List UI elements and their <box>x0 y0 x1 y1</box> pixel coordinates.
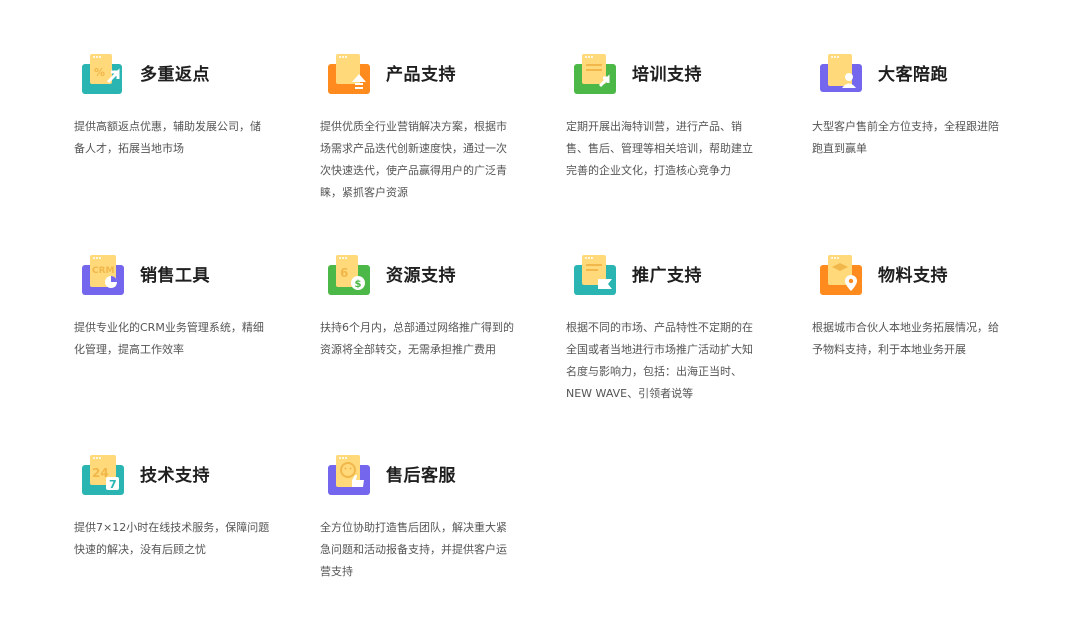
resource-money-icon: 6 $ <box>326 253 374 297</box>
feature-description: 扶持6个月内，总部通过网络推广得到的资源将全部转交，无需承担推广费用 <box>320 321 514 356</box>
svg-text:$: $ <box>355 279 362 290</box>
training-icon <box>572 52 620 96</box>
materials-location-icon <box>818 253 866 297</box>
feature-title: 多重返点 <box>140 65 210 85</box>
feature-title: 大客陪跑 <box>878 65 948 85</box>
feature-description: 根据城市合伙人本地业务拓展情况，给予物料支持，利于本地业务开展 <box>812 321 999 356</box>
feature-description: 提供优质全行业营销解决方案，根据市场需求产品迭代创新速度快，通过一次次快速迭代，… <box>320 120 507 199</box>
feature-title: 推广支持 <box>632 266 702 286</box>
feature-description: 提供高额返点优惠，辅助发展公司，储备人才，拓展当地市场 <box>74 120 261 155</box>
feature-title: 资源支持 <box>386 266 456 286</box>
vip-client-icon <box>818 52 866 96</box>
product-upgrade-icon <box>326 52 374 96</box>
rebate-icon: % <box>80 52 128 96</box>
feature-description: 全方位协助打造售后团队，解决重大紧急问题和活动报备支持，并提供客户运营支持 <box>320 521 507 578</box>
feature-description: 根据不同的市场、产品特性不定期的在全国或者当地进行市场推广活动扩大知名度与影响力… <box>566 321 753 400</box>
feature-title: 售后客服 <box>386 466 456 486</box>
feature-description: 提供专业化的CRM业务管理系统，精细化管理，提高工作效率 <box>74 321 264 356</box>
svg-text:%: % <box>94 66 105 79</box>
feature-title: 培训支持 <box>632 65 702 85</box>
feature-description: 大型客户售前全方位支持，全程跟进陪跑直到赢单 <box>812 120 999 155</box>
svg-text:24: 24 <box>92 466 109 480</box>
feature-description: 定期开展出海特训营，进行产品、销售、售后、管理等相关培训，帮助建立完善的企业文化… <box>566 120 753 177</box>
feature-title: 产品支持 <box>386 65 456 85</box>
feature-title: 销售工具 <box>140 266 210 286</box>
svg-text:CRM: CRM <box>92 266 115 276</box>
promotion-flag-icon <box>572 253 620 297</box>
after-sales-thumbs-icon <box>326 453 374 497</box>
feature-title: 技术支持 <box>140 466 210 486</box>
svg-text:7: 7 <box>109 478 117 491</box>
svg-text:6: 6 <box>340 266 348 280</box>
feature-title: 物料支持 <box>878 266 948 286</box>
tech-24-7-icon: 24 7 <box>80 453 128 497</box>
crm-icon: CRM <box>80 253 128 297</box>
feature-description: 提供7×12小时在线技术服务，保障问题快速的解决，没有后顾之忧 <box>74 521 270 556</box>
